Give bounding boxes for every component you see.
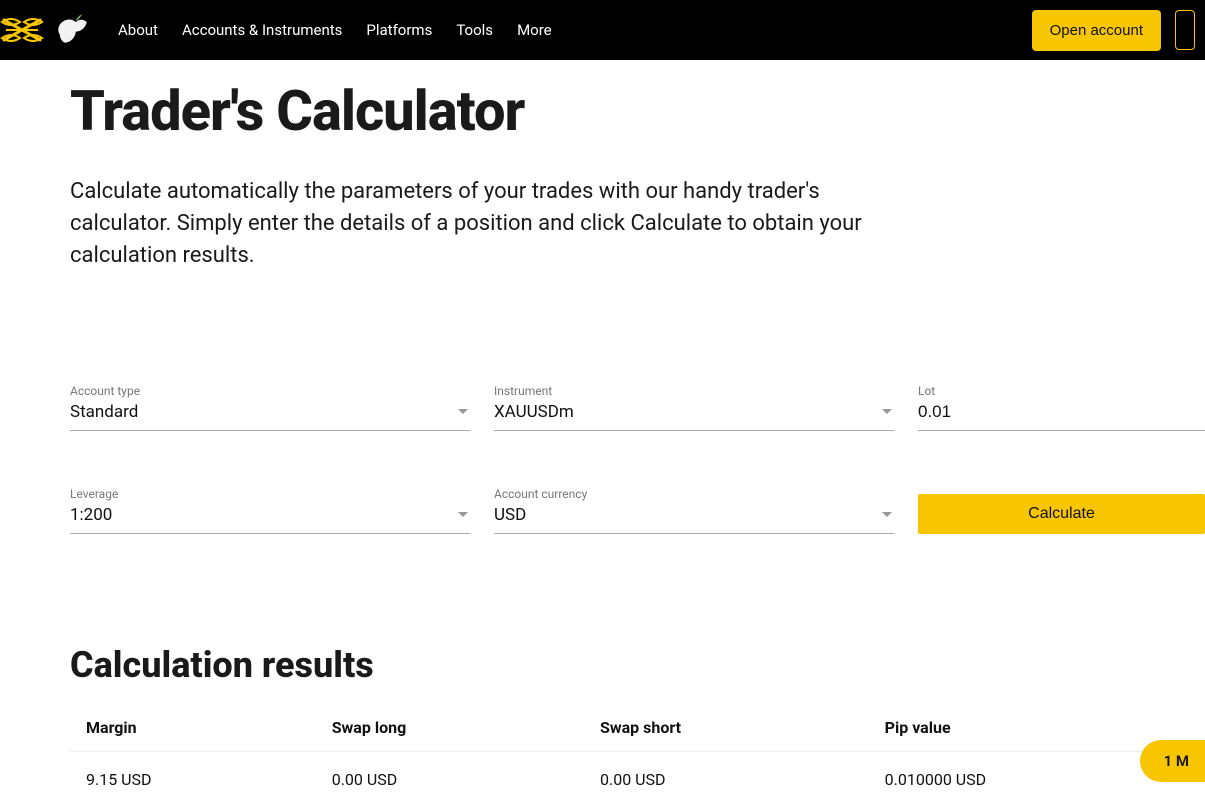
lot-label: Lot	[918, 384, 1205, 398]
brand-mark-icon	[0, 18, 44, 42]
header: About Accounts & Instruments Platforms T…	[0, 0, 1205, 60]
val-swap-long: 0.00 USD	[316, 751, 584, 807]
col-margin: Margin	[70, 704, 316, 752]
brand-logo[interactable]	[0, 11, 90, 49]
val-margin: 9.15 USD	[70, 751, 316, 807]
nav-accounts[interactable]: Accounts & Instruments	[182, 21, 342, 39]
results-data-row: 9.15 USD 0.00 USD 0.00 USD 0.010000 USD	[70, 751, 1205, 807]
currency-field: Account currency USD	[494, 487, 894, 534]
main-nav: About Accounts & Instruments Platforms T…	[118, 21, 552, 39]
leverage-field: Leverage 1:200	[70, 487, 470, 534]
col-swap-short: Swap short	[584, 704, 869, 752]
leverage-select[interactable]: 1:200	[70, 505, 470, 534]
nav-about[interactable]: About	[118, 21, 158, 39]
lot-input[interactable]	[918, 402, 1205, 422]
currency-value: USD	[494, 505, 882, 525]
nav-more[interactable]: More	[517, 21, 552, 39]
page-intro: Calculate automatically the parameters o…	[70, 176, 900, 272]
chevron-down-icon	[458, 512, 468, 517]
lot-field: Lot	[918, 384, 1205, 431]
account-type-value: Standard	[70, 402, 458, 422]
instrument-select[interactable]: XAUUSDm	[494, 402, 894, 431]
secondary-header-button[interactable]	[1175, 10, 1195, 50]
chevron-down-icon	[882, 512, 892, 517]
calculate-button[interactable]: Calculate	[918, 494, 1205, 534]
nav-tools[interactable]: Tools	[456, 21, 493, 39]
currency-label: Account currency	[494, 487, 894, 501]
results-section: Calculation results Margin Swap long Swa…	[70, 644, 1205, 807]
results-title: Calculation results	[70, 644, 1205, 686]
instrument-value: XAUUSDm	[494, 402, 882, 422]
chevron-down-icon	[458, 409, 468, 414]
leverage-value: 1:200	[70, 505, 458, 525]
account-type-field: Account type Standard	[70, 384, 470, 431]
chevron-down-icon	[882, 409, 892, 414]
account-type-select[interactable]: Standard	[70, 402, 470, 431]
floating-badge[interactable]: 1 M	[1140, 740, 1205, 782]
calculator-form: Account type Standard Instrument XAUUSDm…	[70, 384, 1205, 534]
nav-platforms[interactable]: Platforms	[366, 21, 432, 39]
leverage-label: Leverage	[70, 487, 470, 501]
val-swap-short: 0.00 USD	[584, 751, 869, 807]
lot-input-wrap	[918, 402, 1205, 431]
page-content: Trader's Calculator Calculate automatica…	[0, 78, 1205, 807]
dove-icon	[52, 11, 90, 49]
page-title: Trader's Calculator	[70, 78, 1205, 144]
account-type-label: Account type	[70, 384, 470, 398]
results-table: Margin Swap long Swap short Pip value 9.…	[70, 704, 1205, 807]
col-swap-long: Swap long	[316, 704, 584, 752]
calculate-cell: Calculate	[918, 487, 1205, 534]
results-header-row: Margin Swap long Swap short Pip value	[70, 704, 1205, 752]
open-account-button[interactable]: Open account	[1032, 10, 1161, 51]
currency-select[interactable]: USD	[494, 505, 894, 534]
instrument-label: Instrument	[494, 384, 894, 398]
instrument-field: Instrument XAUUSDm	[494, 384, 894, 431]
